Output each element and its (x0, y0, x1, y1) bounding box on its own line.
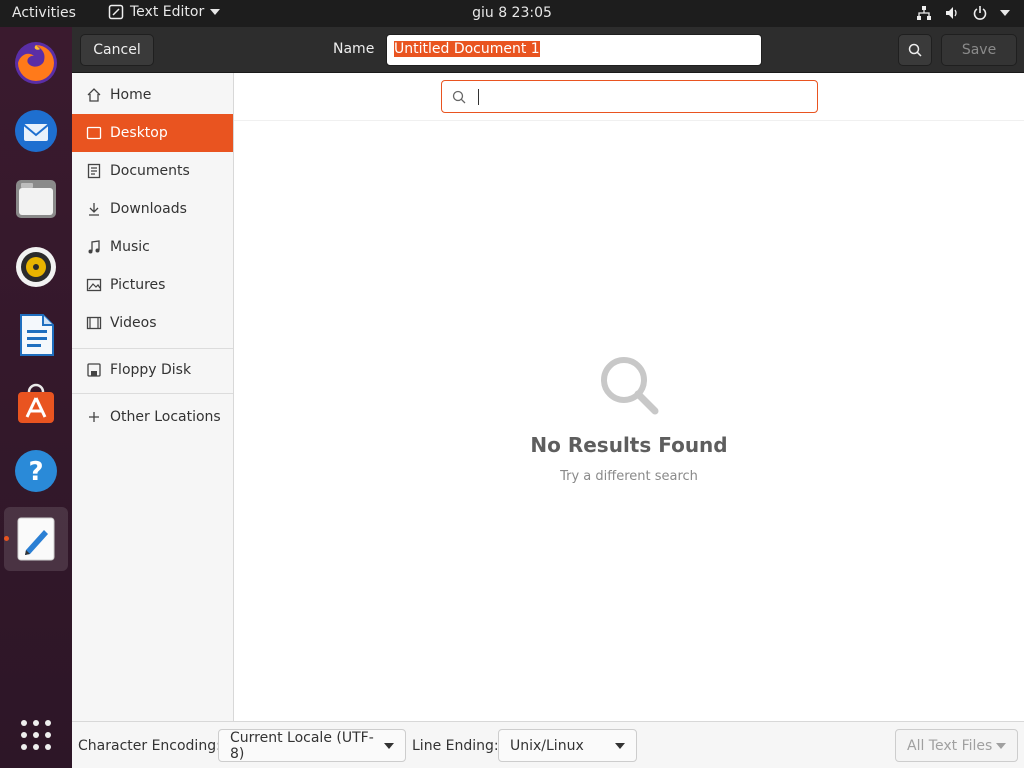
encoding-label: Character Encoding: (78, 738, 221, 754)
sidebar-item-label: Home (110, 87, 152, 103)
search-bar (234, 73, 1024, 121)
documents-icon (86, 163, 102, 179)
encoding-select[interactable]: Current Locale (UTF-8) (218, 729, 406, 762)
sidebar-item-label: Downloads (110, 201, 187, 217)
music-icon (86, 239, 102, 255)
sidebar-item-label: Documents (110, 163, 190, 179)
writer-icon (20, 314, 54, 356)
search-large-icon (601, 357, 659, 415)
downloads-icon (86, 201, 102, 217)
sidebar-item-music[interactable]: Music (72, 228, 233, 266)
dock-rhythmbox[interactable] (8, 239, 64, 295)
network-icon (917, 6, 931, 20)
sidebar-item-label: Desktop (110, 125, 168, 141)
dock-files[interactable] (8, 171, 64, 227)
sidebar-item-label: Music (110, 239, 150, 255)
search-input[interactable] (441, 80, 818, 113)
thunderbird-icon (15, 110, 57, 152)
cancel-button[interactable]: Cancel (80, 34, 154, 66)
show-applications-button[interactable] (8, 707, 64, 763)
sidebar-item-desktop[interactable]: Desktop (72, 114, 233, 152)
save-button[interactable]: Save (941, 34, 1017, 66)
sidebar-item-label: Other Locations (110, 409, 221, 425)
sidebar-item-floppy-disk[interactable]: Floppy Disk (72, 351, 233, 389)
empty-state-title: No Results Found (530, 433, 728, 457)
sidebar-item-documents[interactable]: Documents (72, 152, 233, 190)
chevron-down-icon (996, 742, 1006, 749)
chevron-down-icon (1000, 10, 1010, 16)
filename-input[interactable]: Untitled Document 1 (386, 34, 762, 66)
text-editor-icon (17, 517, 55, 561)
name-label: Name (333, 41, 375, 57)
search-icon (452, 90, 466, 103)
app-menu-label: Text Editor (130, 4, 205, 20)
dock-help[interactable]: ? (8, 443, 64, 499)
encoding-value: Current Locale (UTF-8) (230, 729, 374, 762)
software-center-icon (18, 383, 54, 423)
empty-state: No Results Found Try a different search (234, 353, 1024, 484)
places-sidebar: Home Desktop Documents Downloads Music P… (72, 73, 234, 721)
chevron-down-icon (210, 9, 221, 15)
dock-thunderbird[interactable] (8, 103, 64, 159)
dock-software[interactable] (8, 375, 64, 431)
clock[interactable]: giu 8 23:05 (472, 5, 552, 21)
search-toggle-button[interactable] (898, 34, 932, 66)
help-icon: ? (15, 450, 57, 492)
top-bar: Activities Text Editor giu 8 23:05 (0, 0, 1024, 27)
file-view: No Results Found Try a different search (234, 73, 1024, 721)
desktop-icon (86, 125, 102, 141)
sidebar-item-downloads[interactable]: Downloads (72, 190, 233, 228)
pictures-icon (86, 277, 102, 293)
rhythmbox-icon (16, 247, 56, 287)
home-icon (86, 87, 102, 103)
plus-icon (86, 409, 102, 425)
search-icon (908, 43, 922, 57)
floppy-icon (86, 362, 102, 378)
videos-icon (86, 315, 102, 331)
sidebar-item-label: Floppy Disk (110, 362, 192, 378)
text-cursor (478, 88, 479, 105)
text-editor-small-icon (108, 4, 124, 20)
files-icon (16, 180, 56, 218)
dock-text-editor[interactable] (4, 507, 68, 571)
power-icon (973, 6, 987, 20)
svg-text:?: ? (28, 457, 43, 487)
app-grid-icon (21, 720, 51, 750)
sidebar-item-pictures[interactable]: Pictures (72, 266, 233, 304)
dock-writer[interactable] (8, 307, 64, 363)
dock-firefox[interactable] (8, 35, 64, 91)
sidebar-item-other-locations[interactable]: Other Locations (72, 398, 233, 436)
firefox-icon (15, 42, 57, 84)
dialog-header: Cancel Name Untitled Document 1 Save (72, 27, 1024, 73)
line-ending-label: Line Ending: (412, 738, 499, 754)
line-ending-select[interactable]: Unix/Linux (498, 729, 637, 762)
sidebar-separator (72, 393, 233, 394)
sidebar-item-label: Videos (110, 315, 157, 331)
save-dialog: Cancel Name Untitled Document 1 Save Hom… (72, 27, 1024, 768)
sidebar-item-home[interactable]: Home (72, 76, 233, 114)
file-filter-value: All Text Files (907, 737, 993, 754)
system-tray[interactable] (916, 5, 1010, 21)
filename-selected-text: Untitled Document 1 (394, 41, 540, 57)
sidebar-item-label: Pictures (110, 277, 166, 293)
activities-button[interactable]: Activities (12, 5, 76, 21)
running-indicator (4, 536, 9, 541)
chevron-down-icon (384, 742, 394, 749)
dock: ? (0, 27, 72, 768)
volume-icon (946, 7, 957, 19)
sidebar-separator (72, 348, 233, 349)
dialog-footer: Character Encoding: Current Locale (UTF-… (72, 721, 1024, 768)
sidebar-item-videos[interactable]: Videos (72, 304, 233, 342)
chevron-down-icon (615, 742, 625, 749)
line-ending-value: Unix/Linux (510, 737, 584, 754)
empty-state-subtitle: Try a different search (560, 469, 698, 484)
file-filter-select[interactable]: All Text Files (895, 729, 1018, 762)
app-menu[interactable]: Text Editor (108, 4, 221, 20)
